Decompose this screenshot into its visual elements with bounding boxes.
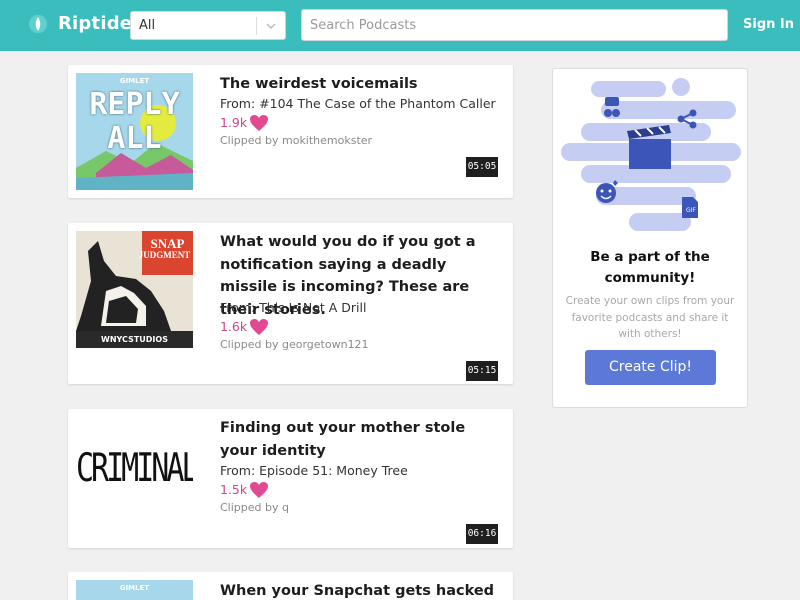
artwork-title: REPLY [89, 87, 180, 122]
artwork-title-line2: JUDGMENT [138, 250, 191, 260]
panel-title: Be a part of the community! [590, 249, 710, 286]
duration-badge: 06:16 [466, 524, 498, 544]
clip-source[interactable]: From: Episode 51: Money Tree [220, 463, 408, 478]
clip-card[interactable]: CRIMINAL Finding out your mother stole y… [68, 409, 513, 548]
select-divider [256, 17, 257, 35]
sign-in-link[interactable]: Sign In [743, 17, 794, 32]
artwork-title-line2: ALL [107, 121, 162, 156]
podcast-artwork[interactable]: SNAP JUDGMENT WNYCSTUDIOS [76, 231, 193, 348]
podcast-artwork[interactable]: GIMLET REPLY ALL [76, 73, 193, 190]
svg-text:GIF: GIF [686, 207, 696, 214]
clip-card[interactable]: GIMLET REPLY ALL The weirdest voicemails… [68, 65, 513, 198]
heart-icon[interactable] [249, 481, 269, 499]
file-icon: GIF [682, 197, 698, 218]
create-clip-button[interactable]: Create Clip! [585, 350, 716, 385]
clipped-by: Clipped by mokithemokster [220, 134, 373, 147]
like-count: 1.9k [220, 115, 248, 130]
clip-card[interactable]: GIMLET When your Snapchat gets hacked [68, 572, 513, 600]
heart-icon[interactable] [249, 114, 269, 132]
heart-icon[interactable] [249, 318, 269, 336]
duration-badge: 05:05 [466, 157, 498, 177]
category-select[interactable]: All [130, 11, 286, 40]
search-input[interactable]: Search Podcasts [301, 9, 728, 41]
artwork-label: GIMLET [119, 584, 150, 592]
chevron-down-icon[interactable] [265, 20, 277, 32]
clipped-by: Clipped by q [220, 501, 289, 514]
clipped-by: Clipped by georgetown121 [220, 338, 369, 351]
duration-badge: 05:15 [466, 361, 498, 381]
search-placeholder: Search Podcasts [310, 18, 417, 33]
community-illustration: GIF [561, 78, 741, 231]
artwork-footer: WNYCSTUDIOS [101, 335, 168, 344]
clip-card[interactable]: SNAP JUDGMENT WNYCSTUDIOS What would you… [68, 223, 513, 384]
clip-title[interactable]: Finding out your mother stole your ident… [220, 417, 480, 462]
category-value: All [139, 18, 156, 33]
like-count: 1.6k [220, 319, 248, 334]
clip-title[interactable]: The weirdest voicemails [220, 73, 500, 96]
clip-source[interactable]: From: This Is Not A Drill [220, 300, 366, 315]
logo-icon[interactable] [28, 13, 48, 35]
app-name[interactable]: Riptide [58, 13, 132, 34]
artwork-label: GIMLET [119, 77, 150, 85]
like-count: 1.5k [220, 482, 248, 497]
top-bar: Riptide All Search Podcasts Sign In [0, 0, 800, 51]
clip-title[interactable]: When your Snapchat gets hacked [220, 580, 500, 600]
community-panel: GIF Be a part of the community! Create y… [552, 68, 748, 408]
video-clapper-icon [627, 125, 671, 169]
podcast-artwork[interactable]: CRIMINAL [76, 413, 193, 530]
artwork-title: SNAP [150, 236, 185, 251]
podcast-artwork[interactable]: GIMLET [76, 580, 193, 600]
clip-source[interactable]: From: #104 The Case of the Phantom Calle… [220, 96, 496, 111]
panel-description: Create your own clips from your favorite… [565, 295, 735, 340]
artwork-title: CRIMINAL [76, 445, 193, 492]
